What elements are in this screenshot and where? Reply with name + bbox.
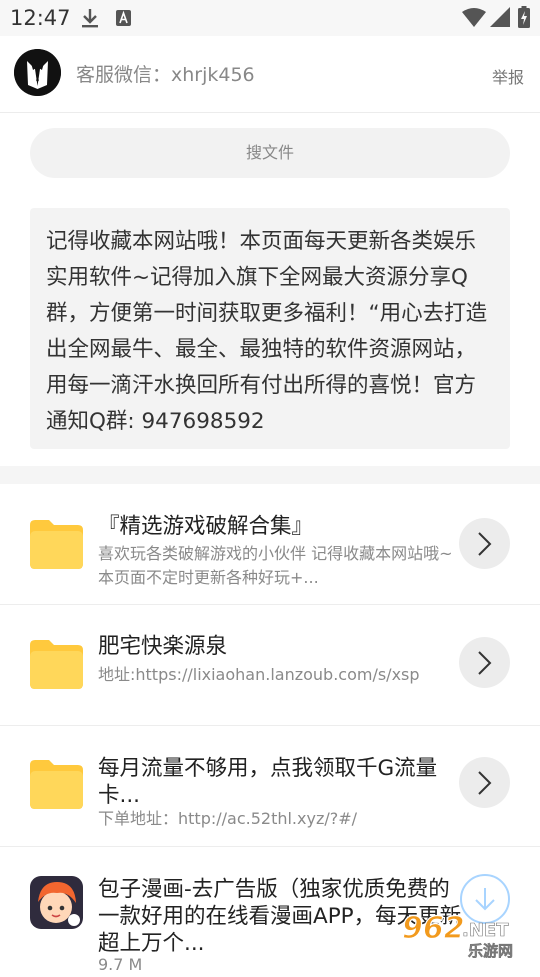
section-divider <box>0 466 540 484</box>
notice-box: 记得收藏本网站哦！本页面每天更新各类娱乐实用软件~记得加入旗下全网最大资源分享Q… <box>30 208 510 449</box>
item-title: 每月流量不够用，点我领取千G流量卡... <box>98 756 438 808</box>
status-bar: 12:47 <box>0 0 540 36</box>
file-list-item[interactable]: 『精选游戏破解合集』 喜欢玩各类破解游戏的小伙伴 记得收藏本网站哦~本页面不定时… <box>0 484 540 605</box>
folder-icon <box>30 639 83 689</box>
open-item-button[interactable] <box>459 637 510 688</box>
watermark-number: 962 <box>402 911 465 946</box>
battery-charging-icon <box>518 6 530 32</box>
header-bar: 客服微信：xhrjk456 举报 <box>0 36 540 113</box>
manga-app-icon <box>30 876 83 929</box>
status-time: 12:47 <box>10 6 71 30</box>
watermark-suffix: .NET <box>462 920 509 941</box>
folder-icon <box>30 519 83 569</box>
file-list-item[interactable]: 肥宅快楽源泉 地址:https://lixiaohan.lanzoub.com/… <box>0 605 540 726</box>
item-title: 肥宅快楽源泉 <box>98 634 228 659</box>
item-subtitle: 喜欢玩各类破解游戏的小伙伴 记得收藏本网站哦~本页面不定时更新各种好玩+... <box>98 544 453 587</box>
search-input[interactable]: 搜文件 <box>30 128 510 178</box>
notice-text: 记得收藏本网站哦！本页面每天更新各类娱乐实用软件~记得加入旗下全网最大资源分享Q… <box>46 229 488 434</box>
item-subtitle: 下单地址：http://ac.52thl.xyz/?#/ <box>98 809 358 828</box>
report-link[interactable]: 举报 <box>492 64 524 88</box>
wifi-icon <box>462 7 486 31</box>
item-title: 『精选游戏破解合集』 <box>98 514 314 539</box>
signal-icon <box>490 7 510 31</box>
a-badge-icon <box>116 10 131 30</box>
download-icon <box>81 8 99 32</box>
open-item-button[interactable] <box>459 757 510 808</box>
chevron-right-icon <box>478 771 492 795</box>
file-list-item[interactable]: 每月流量不够用，点我领取千G流量卡... 下单地址：http://ac.52th… <box>0 726 540 847</box>
folder-icon <box>30 759 83 809</box>
tuxedo-avatar-icon[interactable] <box>14 49 61 96</box>
watermark-label: 乐游网 <box>468 942 513 958</box>
site-watermark-logo: 962 .NET 乐游网 <box>400 910 535 960</box>
chevron-right-icon <box>478 651 492 675</box>
chevron-right-icon <box>478 532 492 556</box>
customer-service-wechat: 客服微信：xhrjk456 <box>76 64 255 86</box>
item-subtitle: 地址:https://lixiaohan.lanzoub.com/s/xsp <box>98 665 420 684</box>
open-item-button[interactable] <box>459 518 510 569</box>
